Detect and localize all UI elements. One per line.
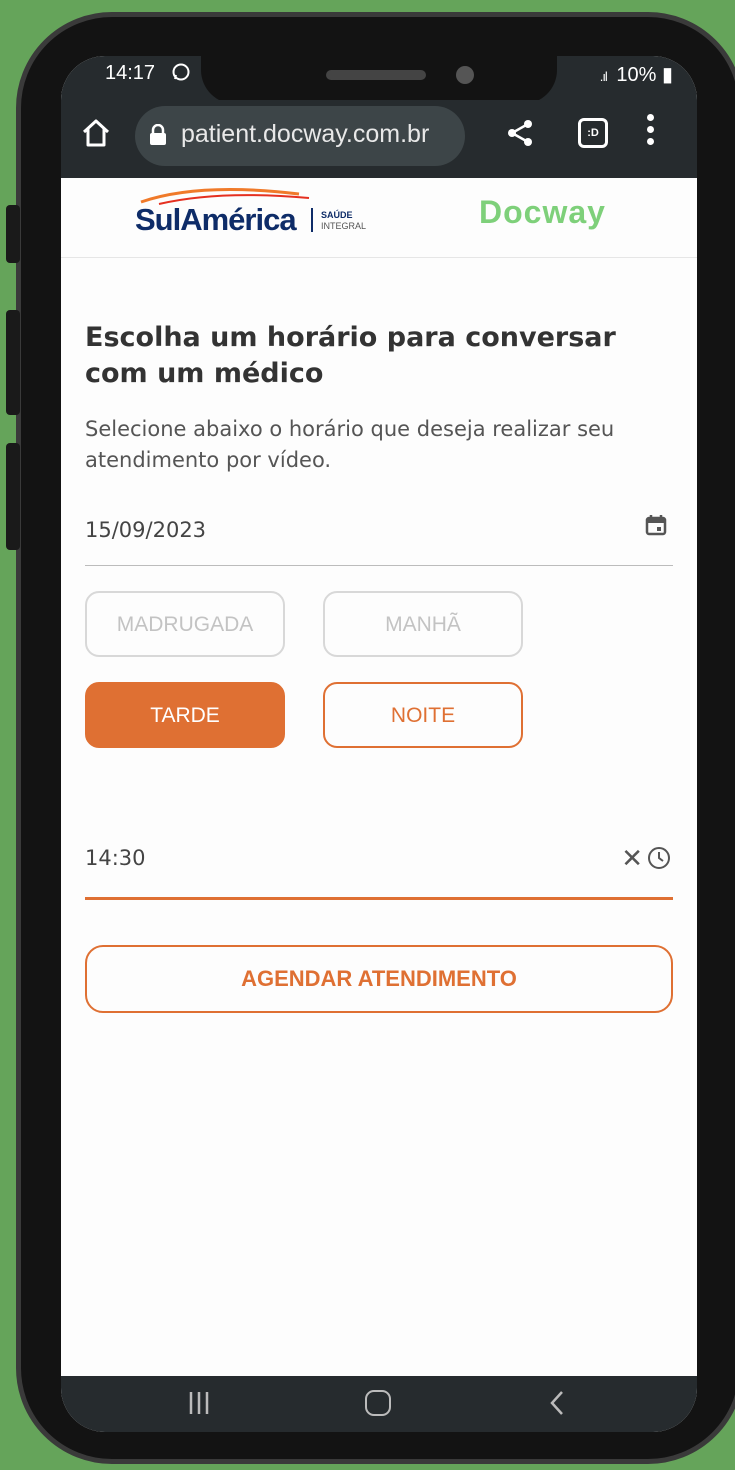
- page-subtitle: Selecione abaixo o horário que deseja re…: [85, 417, 615, 472]
- phone-screen: 14:17 .ıl 10% ▮ patient.docway.com.br :D: [61, 56, 697, 1432]
- date-value: 15/09/2023: [85, 518, 207, 542]
- docway-logo: Docway: [479, 194, 606, 230]
- logo-divider: [311, 208, 313, 232]
- recent-apps-icon[interactable]: [187, 1388, 211, 1418]
- time-value: 14:30: [85, 846, 146, 870]
- clock-icon[interactable]: [647, 846, 671, 870]
- more-menu-icon[interactable]: [647, 114, 655, 150]
- front-camera: [456, 66, 474, 84]
- battery-icon: ▮: [661, 64, 673, 86]
- phone-side-button: [6, 310, 20, 415]
- phone-side-button: [6, 205, 20, 263]
- calendar-icon[interactable]: [645, 514, 667, 536]
- battery-level: 10%: [616, 64, 657, 86]
- signal-icon: .ıl: [599, 69, 608, 84]
- home-icon[interactable]: [79, 116, 113, 150]
- period-manha-button[interactable]: MANHÃ: [323, 591, 523, 657]
- lock-icon: [149, 123, 167, 146]
- browser-toolbar: patient.docway.com.br :D: [61, 100, 697, 178]
- share-icon[interactable]: [505, 118, 535, 148]
- address-bar[interactable]: patient.docway.com.br: [135, 106, 465, 166]
- clear-icon[interactable]: ✕: [621, 846, 643, 872]
- time-field[interactable]: 14:30 ✕: [85, 826, 673, 900]
- url-text: patient.docway.com.br: [181, 120, 430, 148]
- back-icon[interactable]: [547, 1388, 567, 1418]
- sulamerica-sub-1: SAÚDE: [321, 210, 353, 220]
- speaker-grille: [326, 70, 426, 80]
- schedule-appointment-button[interactable]: AGENDAR ATENDIMENTO: [85, 945, 673, 1013]
- sulamerica-wordmark: SulAmérica: [135, 202, 297, 237]
- whatsapp-icon: [171, 62, 191, 87]
- sulamerica-logo: SulAmérica SAÚDE INTEGRAL: [135, 186, 395, 252]
- nav-home-icon[interactable]: [365, 1390, 391, 1416]
- site-header: SulAmérica SAÚDE INTEGRAL Docway: [61, 178, 697, 258]
- camera-notch: [201, 56, 557, 104]
- sulamerica-sub-2: INTEGRAL: [321, 221, 367, 231]
- system-nav-bar: [61, 1376, 697, 1432]
- period-noite-button[interactable]: NOITE: [323, 682, 523, 748]
- date-field[interactable]: 15/09/2023: [85, 506, 673, 566]
- period-madrugada-button[interactable]: MADRUGADA: [85, 591, 285, 657]
- status-right: .ıl 10% ▮: [600, 62, 673, 87]
- status-time: 14:17: [105, 62, 156, 84]
- tabs-icon[interactable]: :D: [578, 118, 608, 148]
- phone-side-button: [6, 443, 20, 550]
- period-tarde-button[interactable]: TARDE: [85, 682, 285, 748]
- page-title: Escolha um horário para conversar com um…: [85, 322, 616, 389]
